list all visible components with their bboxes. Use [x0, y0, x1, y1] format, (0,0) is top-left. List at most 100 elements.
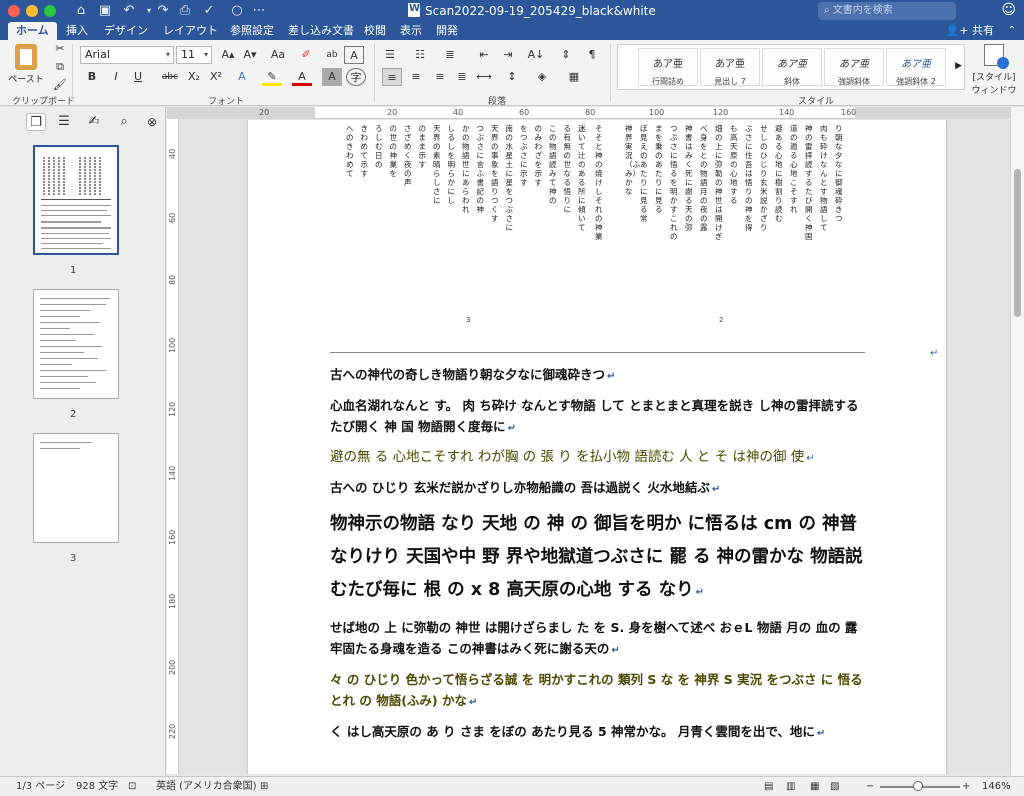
- read-mode-icon[interactable]: ▧: [830, 780, 839, 794]
- style-item-heading7[interactable]: あア亜 見出し 7: [700, 48, 760, 86]
- maximize-window-button[interactable]: [44, 5, 56, 17]
- language-indicator[interactable]: 英語 (アメリカ合衆国): [156, 780, 256, 794]
- font-name-select[interactable]: Arial ▾: [80, 46, 174, 64]
- tab-view[interactable]: 表示: [392, 22, 430, 40]
- body-paragraph[interactable]: 々 の ひじり 色かって悟らざる誠 を 明かすこれの 類列 S な を 神界 S…: [330, 669, 865, 713]
- document-page[interactable]: 3 2 り朝な夕なに御魂砕きつ 肉も砕けなんとす物語して 神の雷拝読するたび開く神国…: [248, 120, 946, 774]
- numbering-icon[interactable]: ☷: [410, 46, 430, 64]
- styles-pane-button[interactable]: [スタイル] ウィンドウ: [968, 44, 1020, 96]
- web-layout-view-icon[interactable]: ▦: [810, 780, 819, 794]
- home-icon[interactable]: ⌂: [72, 2, 90, 20]
- cut-icon[interactable]: ✂: [50, 40, 70, 58]
- zoom-level[interactable]: 146%: [982, 780, 1011, 794]
- line-spacing-icon[interactable]: ↕: [502, 68, 522, 86]
- tab-references[interactable]: 参照設定: [222, 22, 282, 40]
- strikethrough-button[interactable]: abc: [160, 68, 180, 86]
- bullets-icon[interactable]: ☰: [380, 46, 400, 64]
- scrollbar-thumb[interactable]: [1014, 169, 1021, 317]
- character-border-icon[interactable]: A: [344, 46, 364, 64]
- page-count[interactable]: 1/3 ページ: [16, 780, 65, 794]
- zoom-out-button[interactable]: −: [866, 780, 874, 794]
- style-item-emphasis-italic2[interactable]: あア亜 強調斜体 2: [886, 48, 946, 86]
- body-paragraph[interactable]: せば地の 上 に弥勒の 神世 は開けざらまし た を S. 身を樹へて述べ おｅ…: [330, 617, 865, 661]
- collapse-ribbon-icon[interactable]: ⌃: [1008, 22, 1016, 40]
- word-count[interactable]: 928 文字: [76, 780, 118, 794]
- zoom-in-button[interactable]: +: [962, 780, 970, 794]
- copy-icon[interactable]: ⧉: [50, 58, 70, 76]
- check-icon[interactable]: ✓: [200, 2, 218, 20]
- phonetic-guide-icon[interactable]: ab: [322, 46, 342, 64]
- body-paragraph[interactable]: 古への ひじり 玄米だ説かざりし亦物船識の 吾は過説く 火水地結ぶ ↵: [330, 477, 865, 500]
- page-thumbnail-3[interactable]: [33, 433, 119, 543]
- character-shading-icon[interactable]: A: [322, 68, 342, 86]
- tab-insert[interactable]: 挿入: [58, 22, 96, 40]
- multilevel-list-icon[interactable]: ≣: [440, 46, 460, 64]
- bold-button[interactable]: B: [82, 68, 102, 86]
- body-paragraph[interactable]: 避の無 る 心地こそすれ わが胸 の 張 り を払小物 語読む 人 と そ は神…: [330, 447, 865, 469]
- format-painter-icon[interactable]: 🖌: [50, 76, 70, 94]
- align-right-button[interactable]: ≡: [430, 68, 450, 86]
- close-window-button[interactable]: [8, 5, 20, 17]
- font-color-icon[interactable]: A: [292, 68, 312, 86]
- tab-home[interactable]: ホーム: [8, 22, 57, 40]
- decrease-indent-icon[interactable]: ⇤: [474, 46, 494, 64]
- paste-button[interactable]: ペースト: [8, 44, 44, 88]
- circle-icon[interactable]: ○: [228, 2, 246, 20]
- highlight-color-icon[interactable]: ✎: [262, 68, 282, 86]
- body-paragraph[interactable]: く はし高天原の あ り さま をぼの あたり見る 5 神常かな。 月青く雲間を…: [330, 721, 865, 744]
- page-thumbnail-2[interactable]: [33, 289, 119, 399]
- print-layout-view-icon[interactable]: ▤: [764, 780, 773, 794]
- gallery-more-icon[interactable]: ▶: [955, 61, 962, 71]
- redo-icon[interactable]: ↷: [154, 2, 172, 20]
- shrink-font-icon[interactable]: A▾: [240, 46, 260, 64]
- enclose-characters-icon[interactable]: 字: [346, 68, 366, 86]
- body-paragraph[interactable]: 物神示の物語 なり 天地 の 神 の 御旨を明か に悟るは cm の 神普なりけ…: [330, 508, 865, 609]
- document-body[interactable]: 古への神代の奇しき物語り朝な夕なに御魂砕きつ ↵ 心血名湖れなんと す。 肉 ち砕け…: [330, 364, 865, 752]
- tab-design[interactable]: デザイン: [96, 22, 156, 40]
- tab-layout[interactable]: レイアウト: [155, 22, 226, 40]
- print-icon[interactable]: ⎙: [176, 2, 194, 20]
- proofing-icon[interactable]: ⊡: [128, 780, 136, 794]
- style-item-italic[interactable]: あア亜 斜体: [762, 48, 822, 86]
- text-effects-icon[interactable]: A: [232, 68, 252, 86]
- focus-view-icon[interactable]: ▥: [786, 780, 795, 794]
- subscript-button[interactable]: X₂: [184, 68, 204, 86]
- minimize-window-button[interactable]: [26, 5, 38, 17]
- superscript-button[interactable]: X²: [206, 68, 226, 86]
- share-button[interactable]: 👤+ 共有: [946, 22, 994, 40]
- vertical-scrollbar[interactable]: [1010, 107, 1024, 776]
- scanned-image[interactable]: 3 2 り朝な夕なに御魂砕きつ 肉も砕けなんとす物語して 神の雷拝読するたび開く神国…: [330, 120, 865, 348]
- save-icon[interactable]: ▣: [96, 2, 114, 20]
- style-item-tight[interactable]: あア亜 行間詰め: [638, 48, 698, 86]
- search-input[interactable]: ⌕ 文書内を検索: [818, 2, 956, 20]
- clear-formatting-icon[interactable]: ✐: [296, 46, 316, 64]
- document-map-icon[interactable]: ✍: [84, 113, 104, 131]
- increase-indent-icon[interactable]: ⇥: [498, 46, 518, 64]
- body-paragraph[interactable]: 心血名湖れなんと す。 肉 ち砕け なんとす物語 して とまとまと真理を説き し…: [330, 395, 865, 439]
- zoom-slider-handle[interactable]: [913, 781, 924, 791]
- more-icon[interactable]: ⋯: [250, 2, 268, 20]
- align-left-button[interactable]: ≡: [382, 68, 402, 86]
- page-thumbnail-1[interactable]: [33, 145, 119, 255]
- document-canvas[interactable]: 3 2 り朝な夕なに御魂砕きつ 肉も砕けなんとす物語して 神の雷拝読するたび開く神国…: [180, 120, 1010, 774]
- style-item-emphasis-italic[interactable]: あア亜 強調斜体: [824, 48, 884, 86]
- borders-icon[interactable]: ▦: [564, 68, 584, 86]
- change-case-icon[interactable]: Aa: [268, 46, 288, 64]
- justify-button[interactable]: ≣: [452, 68, 472, 86]
- thumbnails-icon[interactable]: ❐: [26, 113, 46, 131]
- feedback-smiley-icon[interactable]: ☺: [1001, 2, 1016, 18]
- undo-icon[interactable]: ↶: [120, 2, 138, 20]
- vertical-ruler[interactable]: 40 60 80 100 120 140 160 180 200 220: [167, 119, 179, 774]
- macro-icon[interactable]: ⊞: [260, 780, 268, 794]
- font-size-select[interactable]: 11 ▾: [176, 46, 212, 64]
- tab-developer[interactable]: 開発: [428, 22, 466, 40]
- distributed-icon[interactable]: ⟷: [474, 68, 494, 86]
- tab-review[interactable]: 校閲: [356, 22, 394, 40]
- outline-icon[interactable]: ☰: [54, 113, 74, 131]
- search-icon[interactable]: ⌕: [114, 113, 134, 131]
- show-marks-icon[interactable]: ¶: [582, 46, 602, 64]
- horizontal-ruler[interactable]: 20 20 40 60 80 100 120 140 160: [167, 107, 1010, 119]
- body-paragraph[interactable]: 古への神代の奇しき物語り朝な夕なに御魂砕きつ ↵: [330, 364, 865, 387]
- align-center-button[interactable]: ≡: [406, 68, 426, 86]
- text-direction-icon[interactable]: ⇕: [556, 46, 576, 64]
